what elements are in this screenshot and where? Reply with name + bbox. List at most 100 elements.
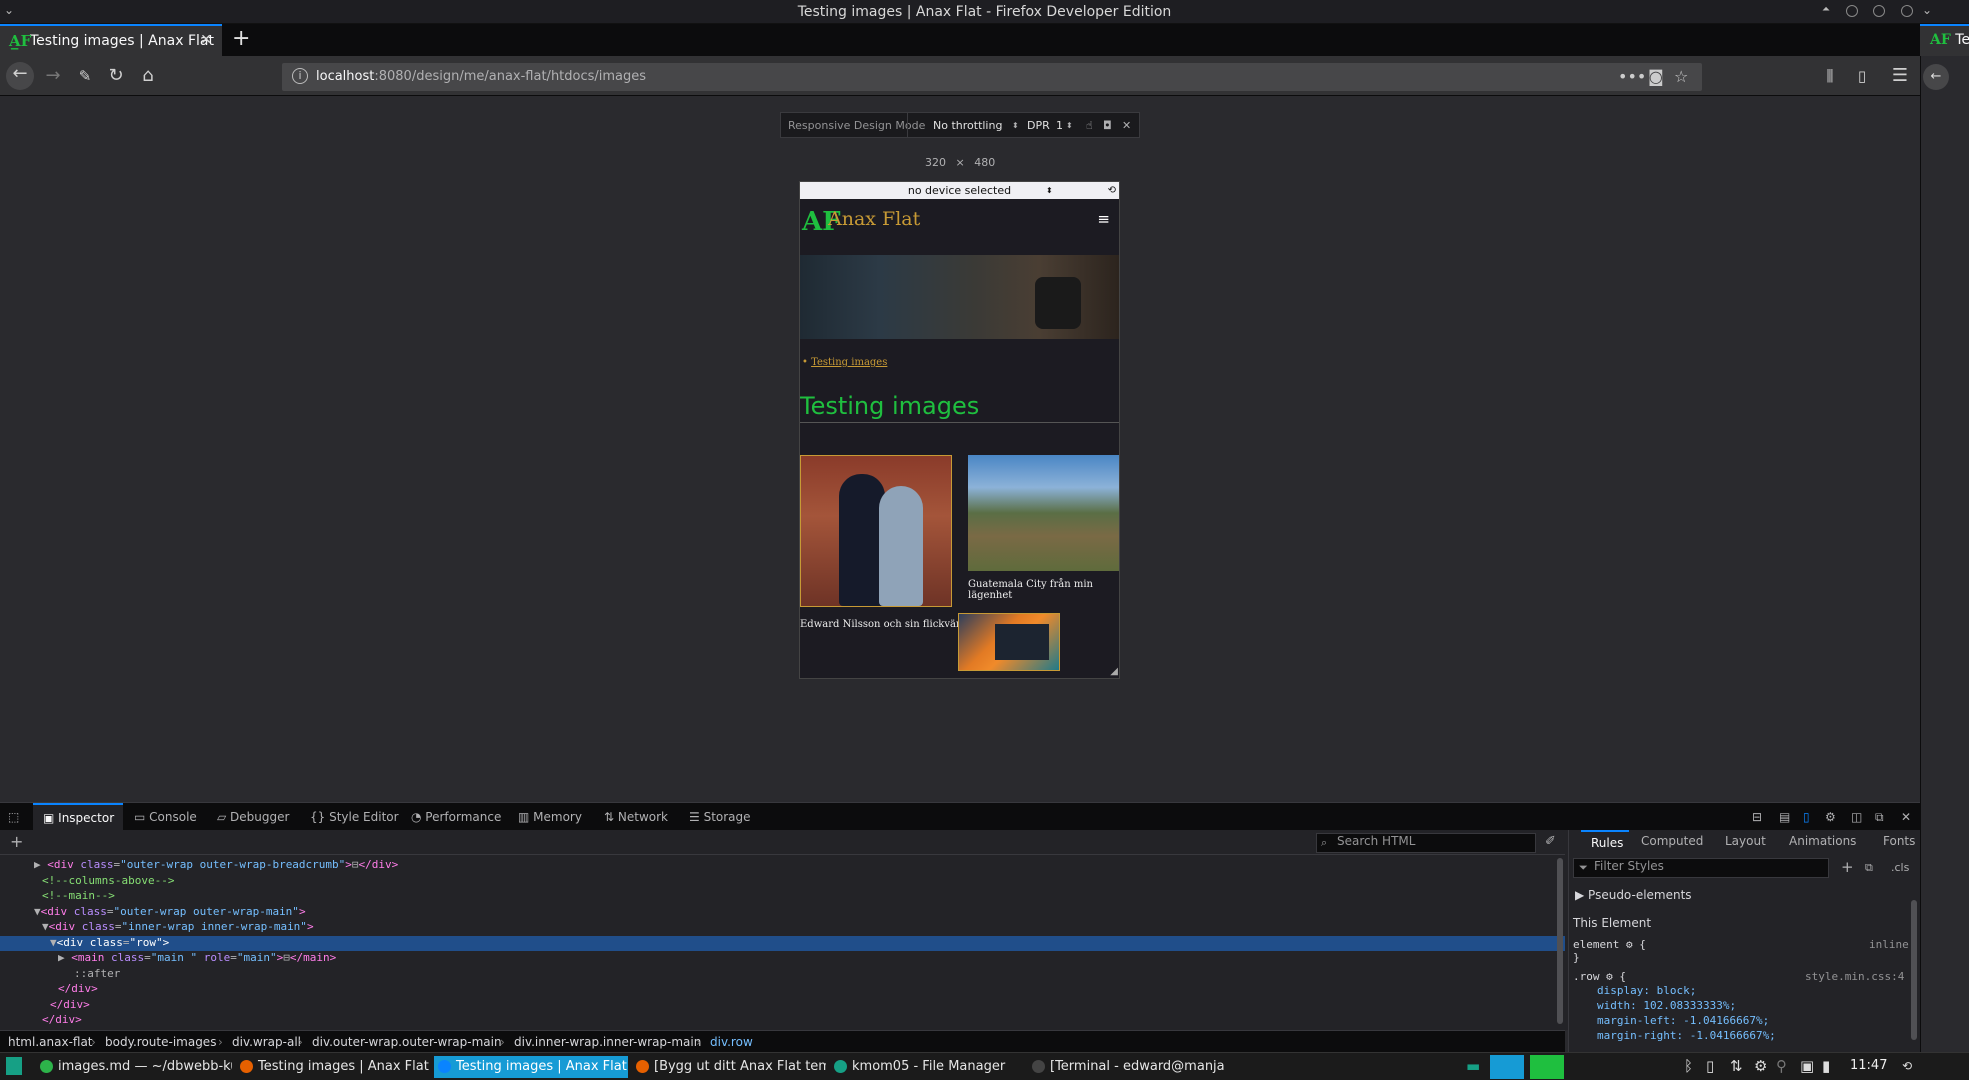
- responsive-mode-icon[interactable]: ▯: [1803, 810, 1810, 824]
- viewport-dimensions[interactable]: 320 × 480: [925, 156, 995, 169]
- toggle-classes-icon[interactable]: ⧉: [1865, 861, 1873, 875]
- dpr-select[interactable]: 1: [1056, 119, 1063, 132]
- bookmark-star-icon[interactable]: ☆: [1674, 67, 1688, 86]
- tab-animations[interactable]: Animations: [1789, 834, 1856, 848]
- css-declaration[interactable]: margin-left: -1.04166667%;: [1597, 1014, 1769, 1027]
- site-title[interactable]: Anax Flat: [828, 208, 920, 230]
- tab-storage[interactable]: ☰ Storage: [689, 810, 751, 824]
- terminal-icon[interactable]: ▣: [1800, 1057, 1814, 1075]
- throttling-select[interactable]: No throttling: [933, 119, 1002, 132]
- hamburger-menu-icon[interactable]: ≡: [1097, 210, 1110, 228]
- tab-debugger[interactable]: ▱ Debugger: [217, 810, 289, 824]
- library-icon[interactable]: ⫼: [1818, 64, 1842, 88]
- breadcrumb-node[interactable]: div.row: [710, 1035, 753, 1049]
- tab-console[interactable]: ▭ Console: [134, 810, 197, 824]
- row-source-link[interactable]: style.min.css:4: [1805, 970, 1904, 983]
- tab-rules[interactable]: Rules: [1581, 830, 1629, 854]
- site-info-icon[interactable]: i: [292, 68, 308, 84]
- start-menu-icon[interactable]: [6, 1057, 22, 1075]
- device-selector[interactable]: no device selected ⬍ ⟲: [800, 182, 1119, 199]
- clipboard-icon[interactable]: ▯: [1706, 1057, 1714, 1075]
- url-bar[interactable]: i localhost:8080/design/me/anax-flat/htd…: [282, 63, 1702, 91]
- back-button[interactable]: ←: [6, 62, 34, 90]
- search-html-input[interactable]: ⌕ Search HTML: [1316, 833, 1536, 853]
- add-node-icon[interactable]: +: [10, 832, 23, 851]
- eyedropper-icon[interactable]: ✐: [1545, 834, 1556, 849]
- tab-performance[interactable]: ◔ Performance: [411, 810, 501, 824]
- taskbar-item[interactable]: Testing images | Anax Flat ...: [236, 1056, 430, 1078]
- viewport-height[interactable]: 480: [974, 156, 995, 169]
- tab-fonts[interactable]: Fonts: [1883, 834, 1915, 848]
- breadcrumb-link[interactable]: Testing images: [811, 357, 887, 368]
- tab-computed[interactable]: Computed: [1641, 834, 1703, 848]
- dock-side-icon[interactable]: ◫: [1851, 810, 1862, 824]
- task-tray-icon[interactable]: ▬: [1466, 1057, 1480, 1075]
- markup-node[interactable]: <!--main-->: [0, 889, 1565, 904]
- cls-toggle[interactable]: .cls: [1891, 861, 1909, 874]
- url-text[interactable]: localhost:8080/design/me/anax-flat/htdoc…: [316, 69, 646, 84]
- breadcrumb-node[interactable]: div.wrap-all: [232, 1035, 301, 1049]
- markup-node-selected[interactable]: ▼<div class="row">: [0, 935, 1565, 951]
- reload-button[interactable]: ↻: [104, 64, 128, 88]
- maximize-button[interactable]: [1873, 5, 1885, 17]
- markup-node[interactable]: </div>: [0, 982, 1565, 997]
- element-rule[interactable]: element ⚙ {: [1573, 938, 1646, 951]
- close-rdm-icon[interactable]: ✕: [1122, 119, 1131, 132]
- tab-layout[interactable]: Layout: [1725, 834, 1766, 848]
- markup-node[interactable]: ::after: [0, 967, 1565, 982]
- markup-node[interactable]: ▼<div class="outer-wrap outer-wrap-main"…: [0, 905, 1565, 920]
- close-tab-icon[interactable]: ✕: [200, 32, 212, 48]
- battery-icon[interactable]: ▮: [1822, 1057, 1830, 1075]
- taskbar-item[interactable]: Testing images | Anax Flat ...: [434, 1056, 628, 1078]
- markup-node[interactable]: </div>: [0, 1013, 1565, 1028]
- taskbar-item[interactable]: [Terminal - edward@manja...: [1028, 1056, 1226, 1078]
- pseudo-elements-toggle[interactable]: ▶ Pseudo-elements: [1575, 888, 1692, 902]
- css-declaration[interactable]: width: 102.08333333%;: [1597, 999, 1736, 1012]
- filter-styles-input[interactable]: ⏷ Filter Styles: [1573, 858, 1829, 878]
- window-chevron-icon[interactable]: ⌄: [1922, 3, 1932, 17]
- clock[interactable]: 11:47: [1850, 1058, 1887, 1073]
- markup-node[interactable]: ▶ <div class="outer-wrap outer-wrap-brea…: [0, 858, 1565, 873]
- resize-handle-icon[interactable]: ◢: [1110, 666, 1118, 677]
- taskbar-item[interactable]: [Bygg ut ditt Anax Flat tem...: [632, 1056, 826, 1078]
- breadcrumb-node[interactable]: div.inner-wrap.inner-wrap-main: [514, 1035, 701, 1049]
- sidebar-icon[interactable]: ▯: [1850, 64, 1874, 88]
- taskbar-item[interactable]: kmom05 - File Manager: [830, 1056, 1024, 1078]
- bluetooth-icon[interactable]: ᛒ: [1684, 1057, 1693, 1075]
- tab-style-editor[interactable]: {} Style Editor: [310, 810, 399, 824]
- rotate-icon[interactable]: ⟲: [1108, 182, 1116, 199]
- tab-testing-images[interactable]: A̲F Testing images | Anax Flat ✕: [0, 24, 222, 56]
- separate-window-icon[interactable]: ⧉: [1875, 810, 1884, 825]
- logout-icon[interactable]: ⟲: [1902, 1059, 1912, 1073]
- settings-gear-icon[interactable]: ⚙: [1754, 1057, 1767, 1075]
- pocket-icon[interactable]: ◙: [1648, 67, 1664, 86]
- back-icon[interactable]: ←: [1923, 64, 1949, 90]
- markup-node[interactable]: </div>: [0, 998, 1565, 1013]
- shade-icon[interactable]: ⏶: [1822, 4, 1834, 16]
- close-devtools-icon[interactable]: ✕: [1901, 810, 1911, 824]
- tab-network[interactable]: ⇅ Network: [604, 810, 668, 824]
- device-select[interactable]: no device selected: [908, 184, 1011, 197]
- markup-scrollbar[interactable]: [1557, 858, 1563, 1024]
- breadcrumb-node[interactable]: div.outer-wrap.outer-wrap-main: [312, 1035, 502, 1049]
- rules-scrollbar[interactable]: [1911, 900, 1917, 1040]
- close-window-button[interactable]: [1901, 5, 1913, 17]
- settings-gear-icon[interactable]: ⚙: [1825, 810, 1836, 824]
- markup-node[interactable]: <!--columns-above-->: [0, 874, 1565, 889]
- second-window-tab[interactable]: AF Tes: [1920, 24, 1969, 56]
- viewport-width[interactable]: 320: [925, 156, 946, 169]
- notification-icon[interactable]: ⚲: [1776, 1057, 1787, 1075]
- breadcrumb-node[interactable]: html.anax-flat: [8, 1035, 93, 1049]
- css-declaration[interactable]: display: block;: [1597, 984, 1696, 997]
- add-rule-icon[interactable]: +: [1841, 858, 1854, 876]
- css-declaration[interactable]: margin-right: -1.04166667%;: [1597, 1029, 1776, 1042]
- network-icon[interactable]: ⇅: [1730, 1057, 1743, 1075]
- markup-node[interactable]: ▶ <main class="main " role="main">⊟</mai…: [0, 951, 1565, 966]
- taskbar-item[interactable]: images.md — ~/dbwebb-ku...: [36, 1056, 232, 1078]
- element-picker-icon[interactable]: ⬚: [8, 810, 19, 824]
- minimize-button[interactable]: [1846, 5, 1858, 17]
- firefox-dev-pinned-icon[interactable]: [1530, 1055, 1564, 1079]
- breadcrumb-node[interactable]: body.route-images: [105, 1035, 216, 1049]
- markup-node[interactable]: ▼<div class="inner-wrap inner-wrap-main"…: [0, 920, 1565, 935]
- page-actions-icon[interactable]: •••: [1618, 67, 1646, 86]
